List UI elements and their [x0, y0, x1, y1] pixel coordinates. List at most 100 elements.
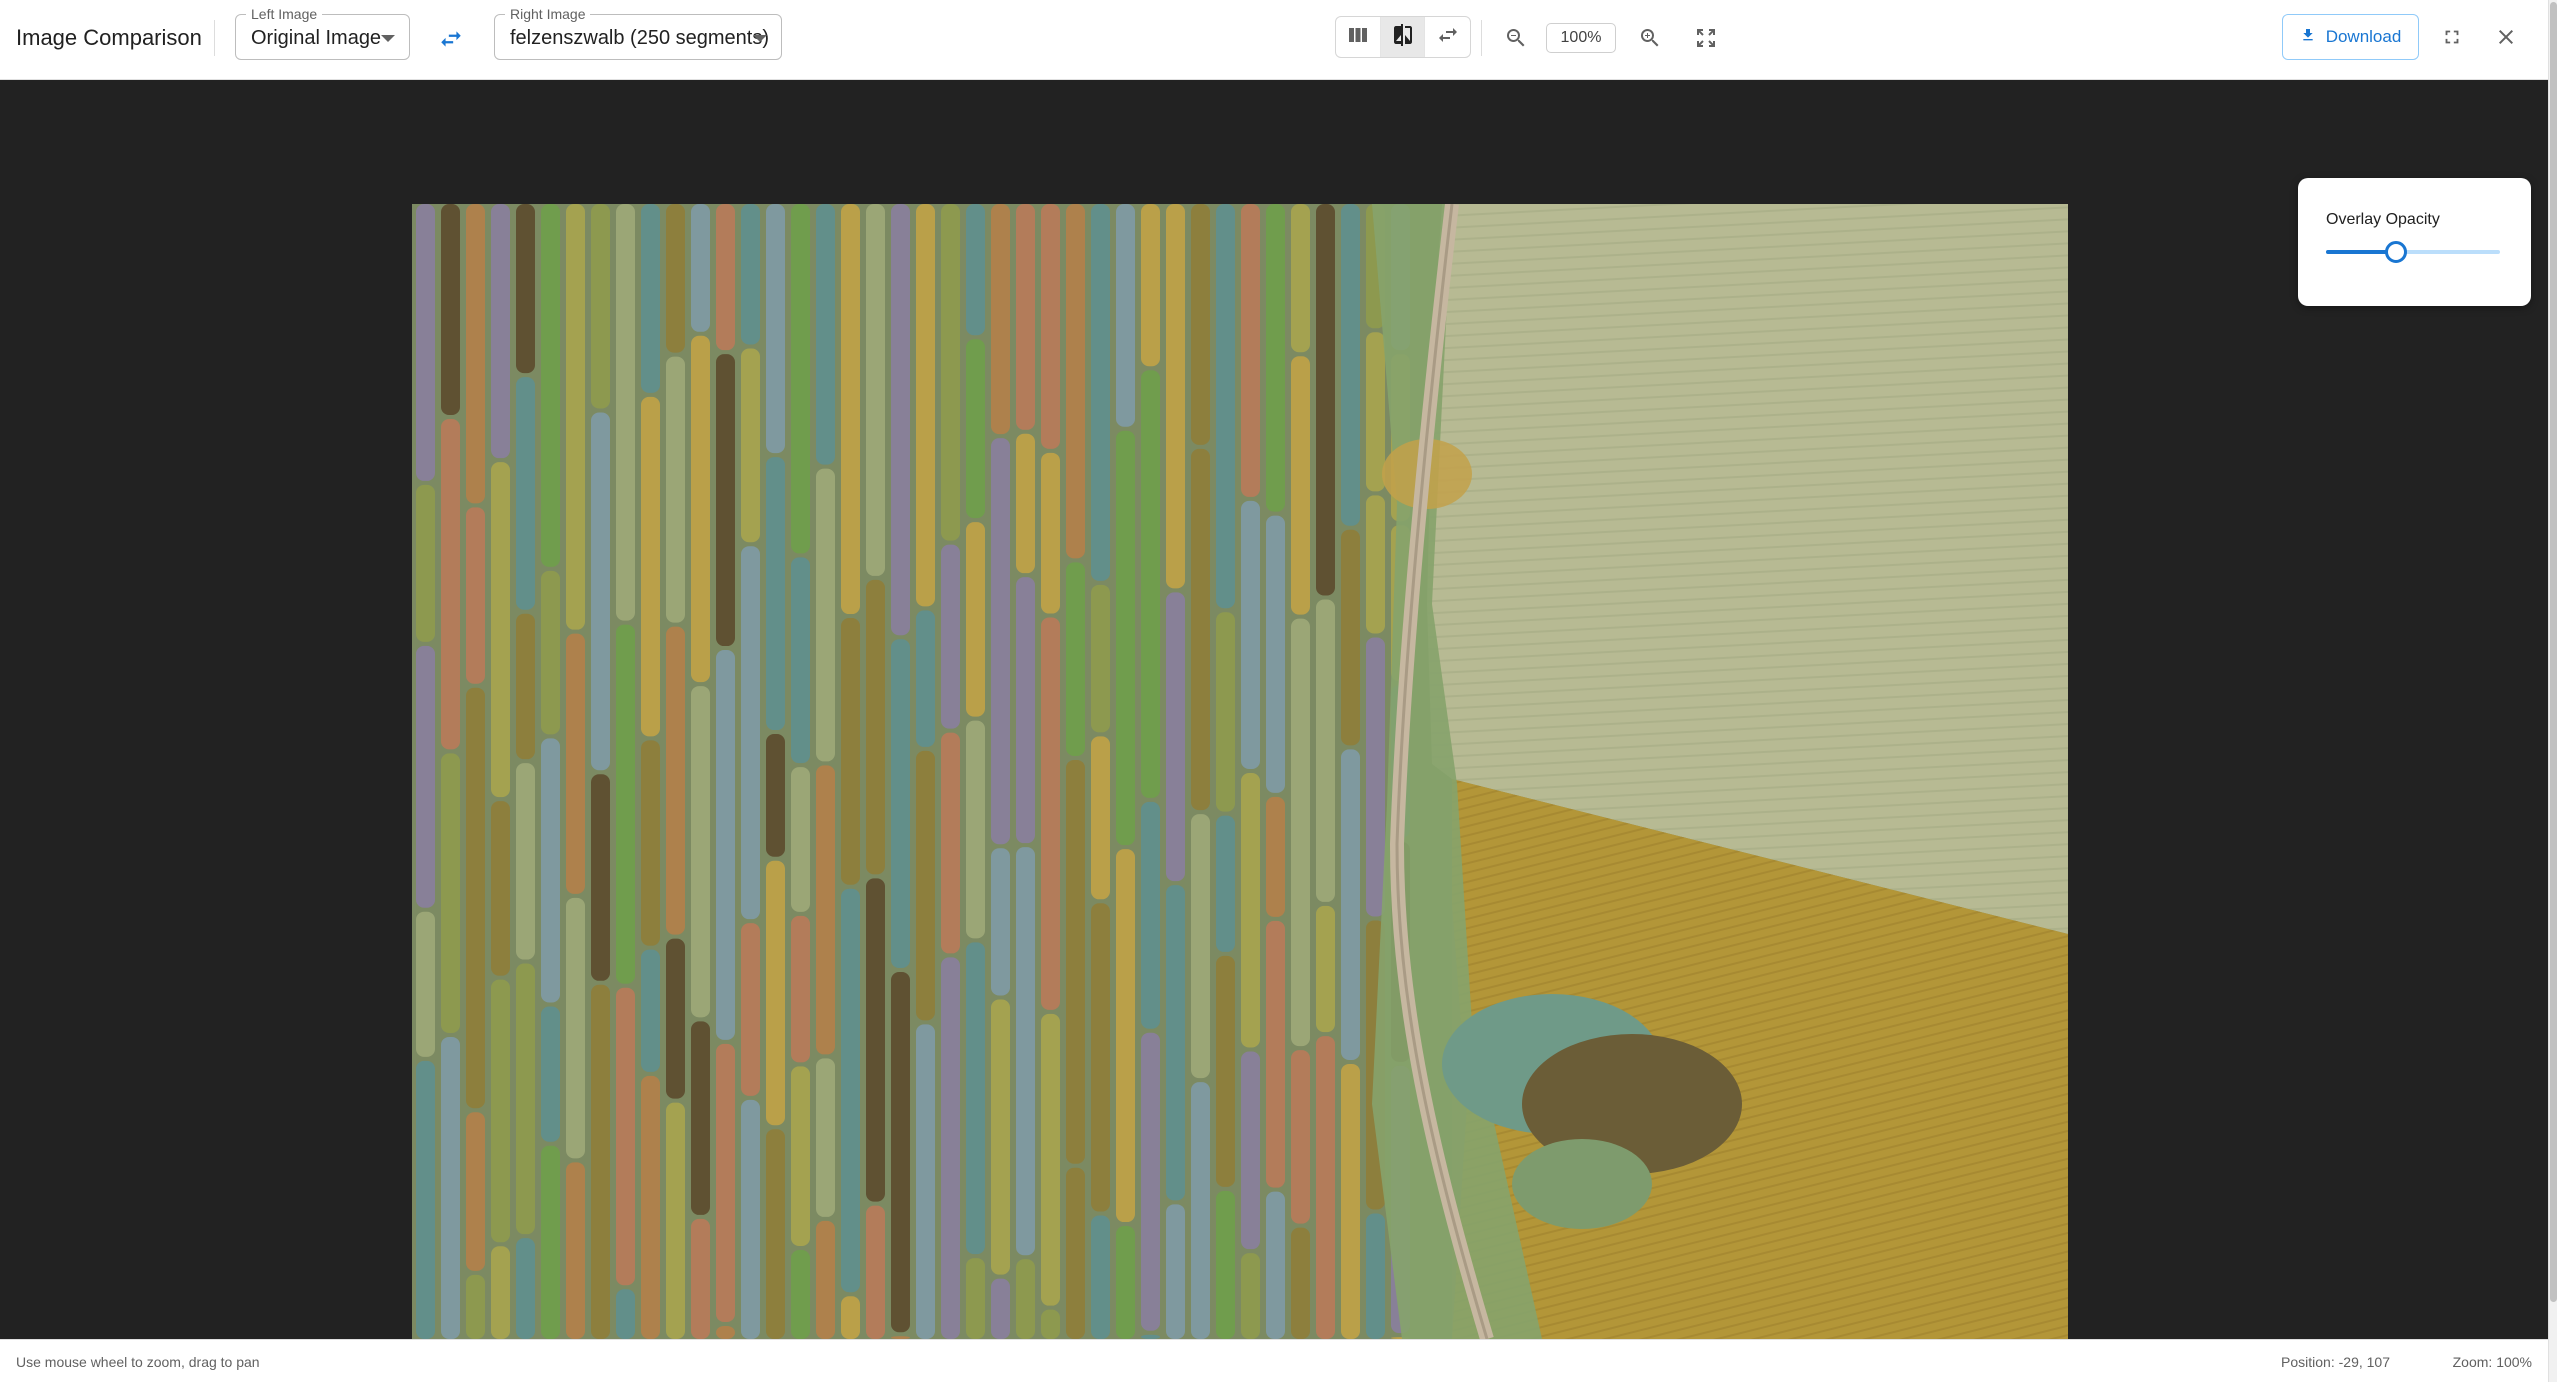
orchard-segment — [666, 204, 685, 353]
cursor-position: Position: -29, 107 — [2281, 1354, 2390, 1370]
orchard-segment — [1366, 637, 1385, 917]
orchard-segment — [591, 774, 610, 981]
fullscreen-button[interactable] — [2432, 17, 2472, 57]
orchard-segment — [691, 335, 710, 683]
orchard-segment — [816, 1058, 835, 1217]
orchard-segment — [1216, 612, 1235, 812]
orchard-segment — [1116, 430, 1135, 846]
swap-images-button[interactable] — [432, 20, 470, 58]
orchard-segment — [1241, 772, 1260, 1048]
left-image-label: Left Image — [246, 6, 323, 22]
orchard-segment — [641, 1075, 660, 1339]
orchard-segment — [1091, 903, 1110, 1212]
fit-to-screen-button[interactable] — [1686, 18, 1726, 58]
orchard-segment — [516, 963, 535, 1235]
right-image-label: Right Image — [505, 6, 591, 22]
orchard-segment — [791, 767, 810, 912]
orchard-segment — [641, 396, 660, 737]
orchard-segment — [766, 860, 785, 1126]
orchard-segment — [816, 204, 835, 465]
scrollbar-thumb[interactable] — [2550, 2, 2557, 1302]
orchard-segment — [1241, 204, 1260, 497]
orchard-segment — [666, 356, 685, 623]
side-by-side-mode-button[interactable] — [1336, 17, 1381, 57]
orchard-segment — [541, 738, 560, 1003]
slider-mode-button[interactable] — [1425, 17, 1470, 57]
orchard-segment — [1166, 885, 1185, 1201]
orchard-segment — [866, 204, 885, 576]
orchard-segment — [741, 546, 760, 920]
orchard-segment — [891, 204, 910, 636]
overlay-opacity-label: Overlay Opacity — [2326, 211, 2440, 228]
orchard-segment — [866, 1205, 885, 1339]
orchard-segment — [1166, 204, 1185, 589]
orchard-segment — [1341, 1063, 1360, 1339]
orchard-segment — [866, 878, 885, 1202]
right-image-value: felzenszwalb (250 segments) — [510, 27, 770, 49]
orchard-segment — [1366, 495, 1385, 634]
orchard-segment — [816, 468, 835, 762]
orchard-segment — [741, 204, 760, 345]
orchard-segment — [1041, 452, 1060, 614]
orchard-segment — [616, 624, 635, 984]
orchard-segment — [1141, 1032, 1160, 1331]
overlay-mode-button[interactable] — [1380, 17, 1426, 57]
toolbar: Image Comparison Left Image Original Ima… — [0, 0, 2557, 80]
chevron-down-icon — [381, 35, 395, 42]
orchard-segment — [1191, 448, 1210, 811]
right-image-select[interactable]: Right Image felzenszwalb (250 segments) — [494, 6, 782, 60]
overlay-opacity-panel: Overlay Opacity — [2298, 178, 2531, 306]
orchard-segment — [1241, 500, 1260, 769]
orchard-segment — [1266, 920, 1285, 1188]
orchard-segment — [1066, 562, 1085, 756]
orchard-segment — [616, 1289, 635, 1339]
orchard-segment — [1216, 1190, 1235, 1339]
image-viewer-canvas[interactable]: Overlay Opacity — [0, 80, 2548, 1339]
orchard-segment — [741, 348, 760, 543]
usage-hint: Use mouse wheel to zoom, drag to pan — [16, 1354, 260, 1370]
orchard-segment — [941, 204, 960, 541]
orchard-segment — [641, 740, 660, 946]
orchard-segment — [1241, 1051, 1260, 1250]
zoom-out-button[interactable] — [1496, 18, 1536, 58]
orchard-segment — [1016, 204, 1035, 430]
orchard-segment — [966, 942, 985, 1255]
orchard-segment — [466, 204, 485, 504]
orchard-segment — [1091, 204, 1110, 581]
orchard-segment — [1291, 1050, 1310, 1224]
swap-arrows-icon — [1436, 23, 1460, 52]
orchard-segment — [766, 204, 785, 454]
zoom-in-button[interactable] — [1630, 18, 1670, 58]
orchard-segment — [841, 204, 860, 615]
orchard-segment — [1266, 796, 1285, 917]
orchard-segment — [541, 1145, 560, 1339]
zoom-status: Zoom: 100% — [2452, 1354, 2532, 1370]
comparison-image[interactable] — [412, 204, 2068, 1339]
left-image-select[interactable]: Left Image Original Image — [235, 6, 410, 60]
opacity-slider-thumb[interactable] — [2384, 241, 2407, 263]
orchard-segment — [516, 613, 535, 760]
orchard-segment — [966, 204, 985, 336]
orchard-segment — [841, 888, 860, 1293]
orchard-segment — [1166, 592, 1185, 882]
vertical-scrollbar[interactable] — [2548, 0, 2557, 1382]
orchard-segment — [1141, 204, 1160, 367]
swap-horizontal-icon — [438, 26, 464, 52]
chevron-down-icon — [753, 35, 767, 42]
download-button[interactable]: Download — [2282, 14, 2419, 60]
orchard-segment — [1316, 1036, 1335, 1339]
orchard-segment — [441, 419, 460, 750]
close-button[interactable] — [2486, 17, 2526, 57]
orchard-segment — [841, 1296, 860, 1339]
orchard-segment — [741, 923, 760, 1096]
orchard-segment — [1216, 815, 1235, 952]
orchard-segment — [1066, 204, 1085, 559]
orchard-segment — [916, 204, 935, 607]
orchard-segment — [716, 204, 735, 351]
orchard-segment — [1316, 204, 1335, 596]
opacity-slider-track[interactable] — [2326, 250, 2500, 254]
orchard-segment — [541, 204, 560, 567]
orchard-segment — [566, 1162, 585, 1339]
zoom-out-icon — [1504, 26, 1528, 50]
orchard-segment — [716, 650, 735, 1040]
